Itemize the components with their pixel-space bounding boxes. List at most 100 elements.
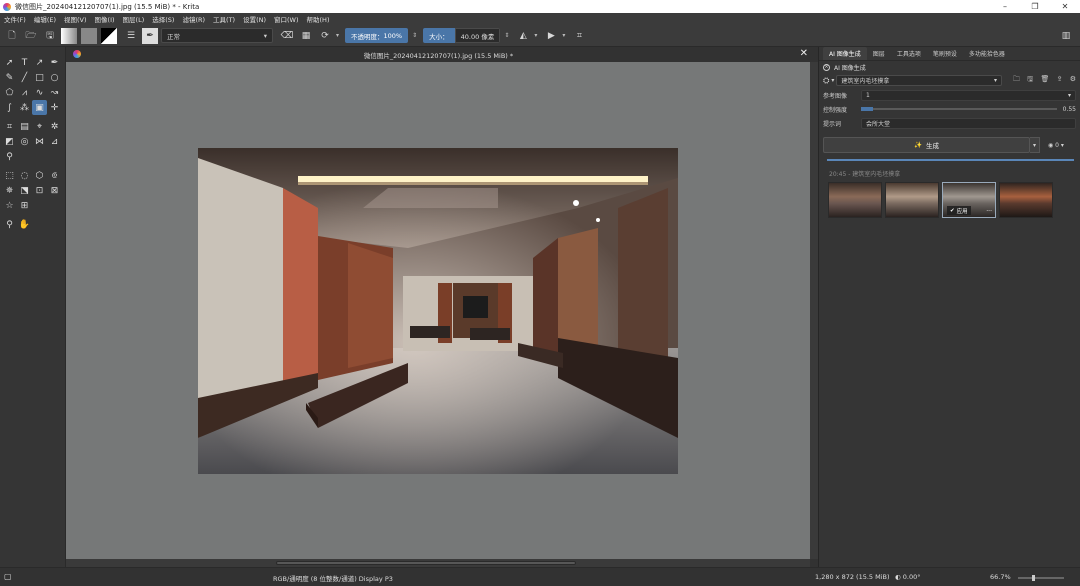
opacity-slider[interactable]: 不透明度： 100% — [345, 28, 409, 43]
menu-image[interactable]: 图像(I) — [95, 14, 115, 24]
color-swap-icon[interactable] — [101, 27, 117, 44]
folder-icon[interactable]: 🗀 — [1013, 75, 1020, 83]
menu-window[interactable]: 窗口(W) — [274, 14, 299, 24]
close-icon[interactable]: ✕ — [1050, 0, 1080, 13]
vertical-scrollbar[interactable] — [810, 62, 818, 559]
transform-icon[interactable]: ▣ — [32, 100, 47, 115]
crop-icon[interactable]: ⌗ — [2, 119, 17, 134]
horizontal-scrollbar[interactable] — [66, 559, 810, 567]
document-tab[interactable]: 微信图片_20240412120707(1).jpg (15.5 MiB) * … — [66, 47, 811, 62]
close-panel-icon[interactable]: × — [823, 63, 830, 71]
history-thumbnail[interactable] — [828, 182, 882, 218]
delete-icon[interactable]: 🗑 — [1040, 75, 1049, 83]
chevron-down-icon[interactable]: ▾ — [1030, 137, 1040, 153]
rotation-control[interactable]: ◐ 0.00° — [895, 573, 920, 581]
menu-file[interactable]: 文件(F) — [4, 14, 26, 24]
scrollbar-thumb[interactable] — [276, 561, 576, 565]
workspace-icon[interactable]: ▥ — [1058, 28, 1074, 44]
settings-icon[interactable]: ⚙ — [1070, 75, 1076, 83]
contiguous-select-icon[interactable]: ✵ — [2, 183, 17, 198]
workspace-select[interactable]: 建筑室内毛坯摸拿 ▾ — [836, 75, 1003, 86]
brush-preview-icon[interactable]: ▢ — [4, 572, 12, 581]
polygon-icon[interactable]: ⬠ — [2, 85, 17, 100]
alpha-lock-icon[interactable]: ▦ — [298, 28, 314, 44]
reference-select[interactable]: 1 ▾ — [861, 89, 1076, 101]
freehand-select-icon[interactable]: ⟃ — [47, 168, 62, 183]
pattern-preset-icon[interactable] — [81, 27, 97, 44]
enclose-fill-icon[interactable]: ◎ — [17, 134, 32, 149]
mirror-vertical-icon[interactable]: ▶ — [543, 28, 559, 44]
multibrush-icon[interactable]: ⁂ — [17, 100, 32, 115]
menu-tools[interactable]: 工具(T) — [213, 14, 235, 24]
save-document-icon[interactable]: 🖫 — [42, 28, 58, 44]
assistant-icon[interactable]: ⋈ — [32, 134, 47, 149]
gradient-preset-icon[interactable] — [61, 27, 77, 44]
calligraphy-icon[interactable]: ✒ — [47, 55, 62, 70]
reload-preset-icon[interactable]: ⟳ — [317, 28, 333, 44]
brush-settings-icon[interactable]: ☰ — [123, 28, 139, 44]
chevron-down-icon[interactable]: ▾ — [534, 32, 537, 39]
move-icon[interactable]: ✛ — [47, 100, 62, 115]
magnetic-select-icon[interactable]: ⊠ — [47, 183, 62, 198]
size-spin-icon[interactable]: ⇕ — [504, 32, 509, 39]
blend-mode-select[interactable]: 正常 ▾ — [161, 28, 273, 43]
bezier-icon[interactable]: ∿ — [32, 85, 47, 100]
bezier-select-icon[interactable]: ⊡ — [32, 183, 47, 198]
brush-preset-icon[interactable]: ✒ — [142, 27, 158, 44]
fill-icon[interactable]: ◩ — [2, 134, 17, 149]
size-slider[interactable]: 大小： 40.00 像素 — [423, 28, 501, 43]
mirror-horizontal-icon[interactable]: ◭ — [515, 28, 531, 44]
menu-select[interactable]: 选择(S) — [152, 14, 174, 24]
history-thumbnail[interactable]: ✔ 应用 ··· — [942, 182, 996, 218]
gradient-icon[interactable]: ▤ — [17, 119, 32, 134]
canvas-area[interactable] — [66, 62, 810, 559]
color-picker-icon[interactable]: ⌖ — [32, 119, 47, 134]
dynamic-brush-icon[interactable]: ∫ — [2, 100, 17, 115]
menu-help[interactable]: 帮助(H) — [307, 14, 330, 24]
prompt-input[interactable]: 会所大堂 — [861, 117, 1076, 129]
opacity-spin-icon[interactable]: ⇕ — [412, 32, 417, 39]
smart-patch-icon[interactable]: ✲ — [47, 119, 62, 134]
rect-select-icon[interactable]: ⬚ — [2, 168, 17, 183]
tab-ai-image[interactable]: AI 图像生成 — [823, 47, 867, 60]
history-thumbnail[interactable] — [999, 182, 1053, 218]
measure-icon[interactable]: ⊿ — [47, 134, 62, 149]
wrap-around-icon[interactable]: ⌗ — [571, 28, 587, 44]
zoom-slider[interactable] — [1018, 575, 1064, 581]
apply-button[interactable]: ✔ 应用 — [947, 206, 971, 215]
chevron-down-icon[interactable]: ▾ — [336, 32, 339, 39]
rectangle-icon[interactable]: □ — [32, 70, 47, 85]
magic-wand-icon[interactable]: ☆ — [2, 198, 17, 213]
tab-layers[interactable]: 图层 — [867, 47, 891, 60]
line-icon[interactable]: ╱ — [17, 70, 32, 85]
minimize-icon[interactable]: – — [990, 0, 1020, 13]
chevron-down-icon[interactable]: ▾ — [562, 32, 565, 39]
reference-icon[interactable]: ⚲ — [2, 149, 17, 164]
similar-select-icon[interactable]: ⬔ — [17, 183, 32, 198]
select-shapes-icon[interactable]: ➚ — [2, 55, 17, 70]
queue-count[interactable]: ◉ 0 ▾ — [1048, 142, 1076, 149]
tab-brush-presets[interactable]: 笔刷预设 — [927, 47, 963, 60]
export-icon[interactable]: ⇪ — [1057, 75, 1063, 83]
ellipse-select-icon[interactable]: ◌ — [17, 168, 32, 183]
maximize-icon[interactable]: ❐ — [1020, 0, 1050, 13]
save-icon[interactable]: 🖫 — [1027, 75, 1033, 83]
text-icon[interactable]: T — [17, 55, 32, 70]
workflow-icon[interactable]: ⛭ — [823, 76, 829, 86]
close-icon[interactable]: ✕ — [800, 48, 808, 59]
menu-edit[interactable]: 编辑(E) — [34, 14, 56, 24]
menu-layer[interactable]: 图层(L) — [123, 14, 145, 24]
edit-shapes-icon[interactable]: ↗ — [32, 55, 47, 70]
history-thumbnail[interactable] — [885, 182, 939, 218]
ellipse-icon[interactable]: ○ — [47, 70, 62, 85]
eraser-icon[interactable]: ⌫ — [279, 28, 295, 44]
pan-icon[interactable]: ✋ — [17, 217, 32, 232]
more-icon[interactable]: ··· — [986, 208, 992, 215]
slider-knob[interactable] — [861, 107, 873, 111]
zoom-icon[interactable]: ⚲ — [2, 217, 17, 232]
open-document-icon[interactable]: 🗁 — [23, 28, 39, 44]
menu-view[interactable]: 视图(V) — [64, 14, 87, 24]
freehand-path-icon[interactable]: ↝ — [47, 85, 62, 100]
grid-icon[interactable]: ⊞ — [17, 198, 32, 213]
polyline-icon[interactable]: ⩘ — [17, 85, 32, 100]
